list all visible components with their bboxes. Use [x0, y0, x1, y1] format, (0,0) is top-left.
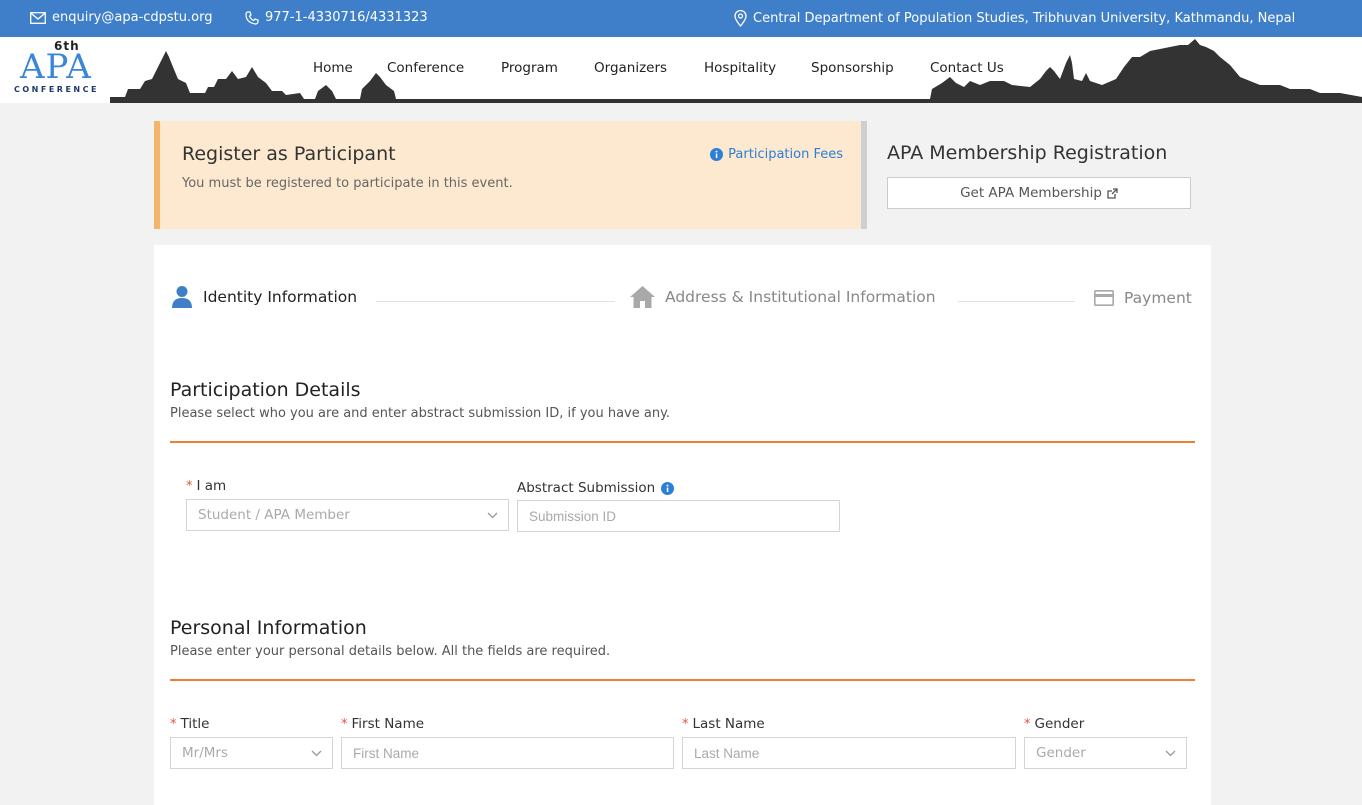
iam-select[interactable]: Student / APA Member	[186, 499, 509, 531]
gender-select-placeholder: Gender	[1036, 745, 1086, 761]
last-name-placeholder: Last Name	[694, 745, 760, 761]
step-address-label: Address & Institutional Information	[665, 288, 936, 306]
phone-contact[interactable]: 977-1-4330716/4331323	[245, 10, 428, 25]
phone-icon	[245, 10, 259, 25]
nav-home[interactable]: Home	[313, 60, 353, 76]
step-connector	[958, 301, 1075, 302]
participation-fees-link[interactable]: Participation Fees	[710, 147, 843, 162]
participation-fees-label: Participation Fees	[728, 147, 843, 162]
gender-label-text: Gender	[1034, 716, 1085, 732]
required-asterisk: *	[186, 478, 193, 494]
abstract-label-text: Abstract Submission	[517, 480, 656, 496]
gender-label: * Gender	[1024, 716, 1084, 732]
first-name-placeholder: First Name	[353, 745, 420, 761]
nav-organizers[interactable]: Organizers	[594, 60, 667, 76]
last-name-input[interactable]: Last Name	[682, 737, 1016, 769]
iam-select-placeholder: Student / APA Member	[198, 507, 350, 523]
required-asterisk: *	[341, 716, 348, 732]
personal-section-title: Personal Information	[170, 617, 367, 639]
nav-conference[interactable]: Conference	[387, 60, 464, 76]
nav-program[interactable]: Program	[501, 60, 558, 76]
address-contact: Central Department of Population Studies…	[734, 10, 1295, 27]
top-contact-bar: enquiry@apa-cdpstu.org 977-1-4330716/433…	[0, 0, 1362, 37]
logo-tagline: CONFERENCE	[14, 85, 99, 94]
abstract-label: Abstract Submission	[517, 480, 675, 496]
step-identity-label: Identity Information	[203, 288, 358, 306]
chevron-down-icon	[487, 512, 498, 518]
title-label-text: Title	[180, 716, 210, 732]
title-select-placeholder: Mr/Mrs	[182, 745, 228, 761]
user-icon	[172, 286, 192, 308]
title-label: * Title	[170, 716, 209, 732]
phone-text: 977-1-4330716/4331323	[265, 10, 428, 25]
step-payment[interactable]: Payment	[1094, 289, 1192, 307]
alert-title: Register as Participant	[182, 143, 396, 165]
credit-card-icon	[1094, 290, 1114, 306]
last-name-label-text: Last Name	[692, 716, 765, 732]
nav-contact-us[interactable]: Contact Us	[930, 60, 1004, 76]
main-navigation: 6th APA CONFERENCE Home Conference Progr…	[0, 37, 1362, 103]
participation-section-title: Participation Details	[170, 379, 361, 401]
nav-sponsorship[interactable]: Sponsorship	[811, 60, 894, 76]
step-payment-label: Payment	[1124, 289, 1192, 307]
submission-id-input[interactable]: Submission ID	[517, 500, 840, 532]
gender-select[interactable]: Gender	[1024, 737, 1187, 769]
step-address[interactable]: Address & Institutional Information	[630, 286, 936, 308]
external-link-icon	[1107, 187, 1118, 199]
step-connector	[376, 301, 615, 302]
email-contact[interactable]: enquiry@apa-cdpstu.org	[30, 10, 212, 25]
email-text: enquiry@apa-cdpstu.org	[52, 10, 213, 25]
first-name-label-text: First Name	[351, 716, 425, 732]
logo-name: APA	[20, 47, 92, 87]
participation-section-subtitle: Please select who you are and enter abst…	[170, 406, 671, 421]
apa-conference-logo[interactable]: 6th APA CONFERENCE	[14, 39, 114, 99]
alert-subtitle: You must be registered to participate in…	[182, 176, 513, 191]
first-name-input[interactable]: First Name	[341, 737, 674, 769]
get-membership-label: Get APA Membership	[960, 185, 1102, 201]
info-icon[interactable]	[661, 481, 675, 495]
submission-id-placeholder: Submission ID	[529, 508, 617, 524]
personal-section-subtitle: Please enter your personal details below…	[170, 644, 611, 659]
info-icon	[710, 148, 724, 161]
iam-label: * I am	[186, 478, 226, 494]
home-icon	[630, 286, 655, 308]
section-divider	[170, 679, 1195, 681]
address-text: Central Department of Population Studies…	[753, 11, 1296, 26]
first-name-label: * First Name	[341, 716, 424, 732]
required-asterisk: *	[1024, 716, 1031, 732]
iam-label-text: I am	[196, 478, 227, 494]
membership-title: APA Membership Registration	[887, 142, 1168, 164]
step-identity[interactable]: Identity Information	[171, 285, 357, 309]
get-membership-button[interactable]: Get APA Membership	[887, 177, 1191, 209]
register-participant-alert: Register as Participant You must be regi…	[154, 121, 867, 229]
chevron-down-icon	[1165, 750, 1176, 756]
nav-hospitality[interactable]: Hospitality	[704, 60, 776, 76]
title-select[interactable]: Mr/Mrs	[170, 737, 333, 769]
section-divider	[170, 441, 1195, 443]
last-name-label: * Last Name	[682, 716, 765, 732]
chevron-down-icon	[311, 750, 322, 756]
required-asterisk: *	[170, 716, 177, 732]
location-pin-icon	[734, 10, 747, 27]
kathmandu-skyline-graphic	[110, 39, 1362, 103]
mail-icon	[30, 11, 46, 24]
required-asterisk: *	[682, 716, 689, 732]
